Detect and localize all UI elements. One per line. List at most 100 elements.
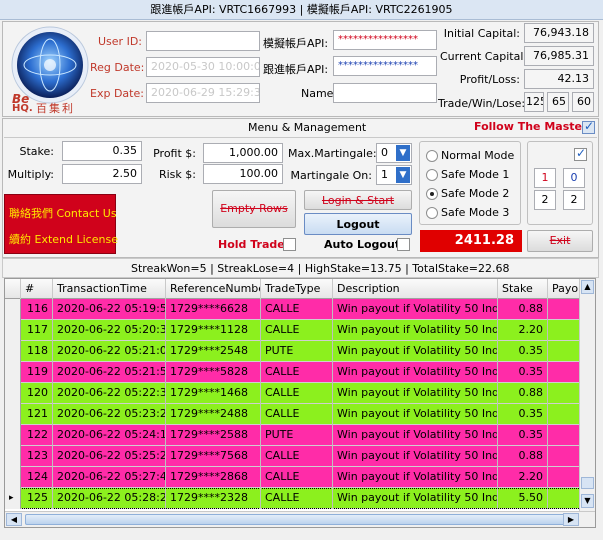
balance-display: 2411.28 [420,230,522,252]
h-scroll-thumb[interactable] [25,514,569,525]
cell-reference: 1729****1128 [166,320,261,341]
row-selector[interactable] [5,446,21,467]
cell-reference: 1729****5828 [166,362,261,383]
api1-password-field[interactable]: **************** [333,30,437,50]
api2-password-field[interactable]: **************** [333,56,437,76]
empty-rows-button[interactable]: Empty Rows [212,190,296,228]
cell-tradetype: CALLE [261,467,333,488]
user-id-field[interactable] [146,31,260,51]
cell-time: 2020-06-22 05:21:51 [53,362,166,383]
martingale-on-select[interactable]: 1 ▼ [376,165,412,185]
trade-table[interactable]: # TransactionTime ReferenceNumber TradeT… [4,278,596,528]
risk-input[interactable]: 100.00 [203,164,283,184]
counter-checkbox[interactable] [574,146,587,161]
cell-stake: 2.20 [498,467,548,488]
stake-input[interactable]: 0.35 [62,141,142,161]
auto-logout-checkbox[interactable] [397,238,410,251]
table-row[interactable]: 120 2020-06-22 05:22:33 1729****1468 CALLE W… [5,383,595,404]
multiply-input[interactable]: 2.50 [62,164,142,184]
row-selector[interactable] [5,425,21,446]
cell-number: 124 [21,467,53,488]
api2-label: 跟進帳戶API: [263,63,329,76]
cell-description: Win payout if Volatility 50 Ind... [333,404,498,425]
row-selector[interactable] [5,320,21,341]
counter-r2c1: 2 [534,190,556,210]
table-row[interactable]: 116 2020-06-22 05:19:59 1729****6628 CALLE W… [5,299,595,320]
table-row[interactable]: 122 2020-06-22 05:24:15 1729****2588 PUTE Wi… [5,425,595,446]
col-header-description[interactable]: Description [333,279,498,299]
cell-description: Win payout if Volatility 50 Ind... [333,341,498,362]
max-martingale-select[interactable]: 0 ▼ [376,143,412,163]
cell-number: 118 [21,341,53,362]
safe-mode-2-label: Safe Mode 2 [441,187,510,200]
scroll-left-icon[interactable]: ◀ [6,513,22,526]
cell-number: 117 [21,320,53,341]
safe-mode-2-radio[interactable] [426,188,438,200]
cell-number: 125 [21,488,53,509]
follow-master-checkbox[interactable] [582,119,595,134]
counter-r1c1: 1 [534,168,556,188]
profit-loss-label: Profit/Loss: [459,73,520,86]
col-header-reference[interactable]: ReferenceNumber [166,279,261,299]
contact-us-link[interactable]: 聯絡我們 Contact Us [9,205,117,221]
table-header: # TransactionTime ReferenceNumber TradeT… [5,279,595,299]
cell-tradetype: CALLE [261,488,333,509]
cell-tradetype: CALLE [261,383,333,404]
cell-stake: 0.35 [498,341,548,362]
vertical-scrollbar[interactable]: ▲ ▼ [579,279,595,511]
row-selector[interactable]: ▸ [5,488,21,509]
scroll-right-icon[interactable]: ▶ [563,513,579,526]
lose-count: 60 [572,92,594,112]
contact-box[interactable]: 聯絡我們 Contact Us 續約 Extend License [4,194,118,254]
initial-capital-value: 76,943.18 [524,23,594,43]
login-start-button[interactable]: Login & Start [304,190,412,210]
table-row[interactable]: 117 2020-06-22 05:20:39 1729****1128 CALLE W… [5,320,595,341]
cell-reference: 1729****2328 [166,488,261,509]
col-header-time[interactable]: TransactionTime [53,279,166,299]
table-body: 116 2020-06-22 05:19:59 1729****6628 CALLE W… [5,299,595,509]
cell-time: 2020-06-22 05:27:43 [53,467,166,488]
profit-input[interactable]: 1,000.00 [203,143,283,163]
row-selector[interactable] [5,299,21,320]
cell-reference: 1729****6628 [166,299,261,320]
safe-mode-1-radio[interactable] [426,169,438,181]
horizontal-scrollbar[interactable]: ◀ ▶ [5,511,595,527]
row-selector[interactable] [5,362,21,383]
col-header-tradetype[interactable]: TradeType [261,279,333,299]
counter-r1c2: 0 [563,168,585,188]
menu-divider [4,137,597,138]
row-header-corner [5,279,21,299]
table-row[interactable]: ▸ 125 2020-06-22 05:28:23 1729****2328 CALLE… [5,488,595,509]
row-selector[interactable] [5,467,21,488]
cell-reference: 1729****2488 [166,404,261,425]
name-field[interactable] [333,83,437,103]
hold-trade-label: Hold Trade [218,238,285,251]
cell-description: Win payout if Volatility 50 Ind... [333,362,498,383]
table-row[interactable]: 123 2020-06-22 05:25:27 1729****7568 CALLE W… [5,446,595,467]
cell-stake: 0.35 [498,425,548,446]
row-selector[interactable] [5,383,21,404]
cell-description: Win payout if Volatility 50 Ind... [333,446,498,467]
table-row[interactable]: 121 2020-06-22 05:23:25 1729****2488 CALLE W… [5,404,595,425]
cell-time: 2020-06-22 05:22:33 [53,383,166,404]
exit-button[interactable]: Exit [527,230,593,252]
hold-trade-checkbox[interactable] [283,238,296,251]
extend-license-link[interactable]: 續約 Extend License [9,231,118,247]
cell-tradetype: CALLE [261,320,333,341]
logout-button[interactable]: Logout [304,213,412,235]
max-martingale-value: 0 [381,146,388,159]
safe-mode-3-radio[interactable] [426,207,438,219]
scroll-up-icon[interactable]: ▲ [581,280,594,294]
cell-description: Win payout if Volatility 50 Ind... [333,488,498,509]
exp-date-field: 2020-06-29 15:29:33 [146,83,260,103]
scroll-down-icon[interactable]: ▼ [581,494,594,508]
table-row[interactable]: 118 2020-06-22 05:21:09 1729****2548 PUTE Wi… [5,341,595,362]
scroll-thumb[interactable] [581,477,594,489]
col-header-number[interactable]: # [21,279,53,299]
normal-mode-radio[interactable] [426,150,438,162]
table-row[interactable]: 119 2020-06-22 05:21:51 1729****5828 CALLE W… [5,362,595,383]
row-selector[interactable] [5,404,21,425]
table-row[interactable]: 124 2020-06-22 05:27:43 1729****2868 CALLE W… [5,467,595,488]
row-selector[interactable] [5,341,21,362]
col-header-stake[interactable]: Stake [498,279,548,299]
